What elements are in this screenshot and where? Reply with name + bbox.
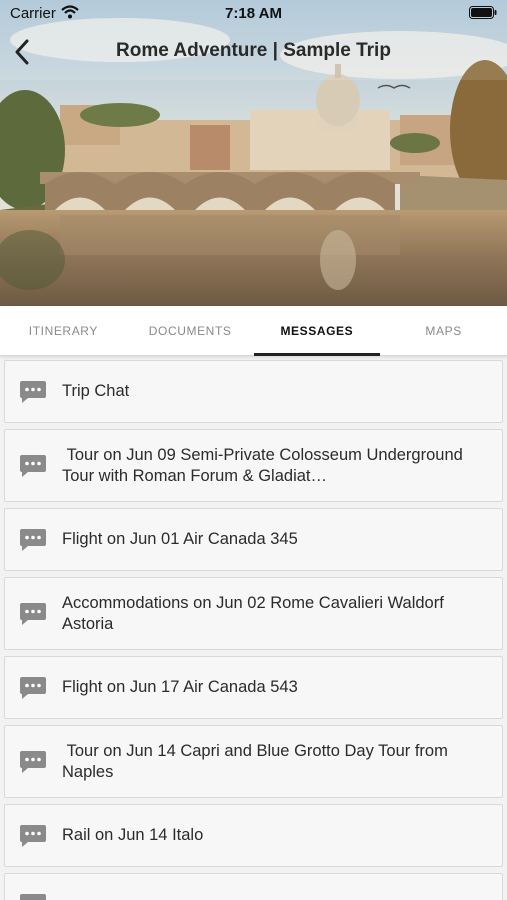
message-thread-label: Accommodations on Jun 02 Rome Cavalieri …: [62, 593, 448, 633]
message-thread-label: Tour on Jun 14 Capri and Blue Grotto Day…: [62, 741, 453, 781]
page-title: Rome Adventure | Sample Trip: [116, 40, 391, 61]
message-thread-label: Tour on Jun 09 Semi-Private Colosseum Un…: [62, 445, 468, 485]
message-thread-trip-chat[interactable]: Trip Chat: [4, 360, 503, 423]
tab-messages[interactable]: MESSAGES: [253, 306, 381, 356]
message-thread-label: Flight on Jun 01 Air Canada 345: [62, 530, 298, 548]
message-thread-label: Flight on Jun 17 Air Canada 543: [62, 678, 298, 696]
message-thread-rail-italo[interactable]: Rail on Jun 14 Italo: [4, 804, 503, 867]
chat-icon: [20, 602, 46, 625]
message-thread-label: Trip Chat: [62, 382, 130, 400]
navigation-bar: Rome Adventure | Sample Trip: [0, 32, 507, 72]
chat-icon: [20, 750, 46, 773]
status-bar: Carrier 7:18 AM: [0, 0, 507, 28]
tab-documents[interactable]: DOCUMENTS: [127, 306, 254, 355]
tab-bar: ITINERARY DOCUMENTS MESSAGES MAPS: [0, 306, 507, 356]
tab-maps[interactable]: MAPS: [380, 306, 507, 355]
chat-icon: [20, 454, 46, 477]
message-list: Trip Chat Tour on Jun 09 Semi-Private Co…: [0, 356, 507, 900]
chat-icon: [20, 528, 46, 551]
message-thread-partial[interactable]: [4, 873, 503, 900]
message-thread-accommodations[interactable]: Accommodations on Jun 02 Rome Cavalieri …: [4, 577, 503, 650]
battery-icon: [469, 6, 497, 24]
message-thread-capri-tour[interactable]: Tour on Jun 14 Capri and Blue Grotto Day…: [4, 725, 503, 798]
chat-icon: [20, 676, 46, 699]
tab-itinerary[interactable]: ITINERARY: [0, 306, 127, 355]
clock: 7:18 AM: [225, 5, 282, 22]
chat-icon: [20, 824, 46, 847]
message-thread-label: Rail on Jun 14 Italo: [62, 826, 204, 844]
message-thread-colosseum-tour[interactable]: Tour on Jun 09 Semi-Private Colosseum Un…: [4, 429, 503, 502]
message-thread-flight-ac543[interactable]: Flight on Jun 17 Air Canada 543: [4, 656, 503, 719]
back-button[interactable]: [8, 36, 36, 68]
chat-icon: [20, 380, 46, 403]
chat-icon: [20, 893, 46, 900]
message-thread-flight-ac345[interactable]: Flight on Jun 01 Air Canada 345: [4, 508, 503, 571]
chevron-left-icon: [15, 39, 29, 65]
